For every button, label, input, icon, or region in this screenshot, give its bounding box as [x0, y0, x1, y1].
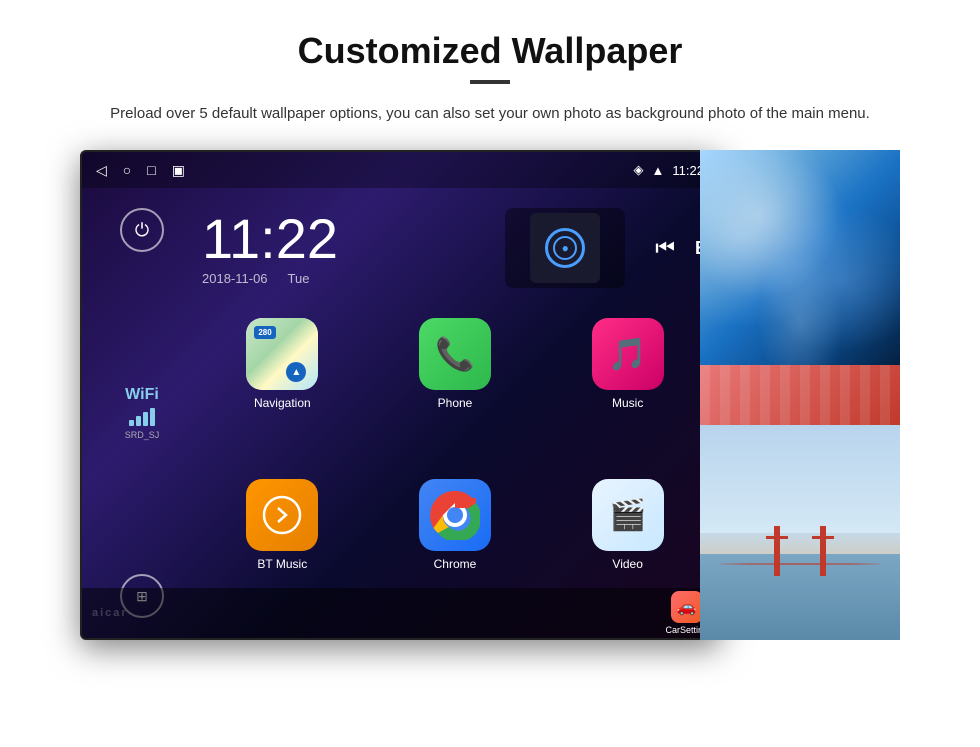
- middle-pattern: [700, 365, 900, 425]
- ice-texture: [700, 150, 900, 365]
- status-bar-left: ◁ ○ □ ▣: [96, 162, 185, 179]
- app-label-music: Music: [612, 396, 643, 410]
- page-title: Customized Wallpaper: [60, 30, 920, 72]
- wifi-bar-2: [136, 416, 141, 426]
- clock-time: 11:22: [202, 211, 485, 267]
- wallpaper-thumbnail-middle[interactable]: [700, 365, 900, 425]
- bridge-cable: [720, 563, 880, 565]
- clock-day-value: Tue: [288, 271, 310, 286]
- wallpaper-thumbnail-ice[interactable]: [700, 150, 900, 365]
- app-icon-chrome: [419, 479, 491, 551]
- clock-date: 2018-11-06 Tue: [202, 271, 485, 286]
- clock-widget: 11:22 2018-11-06 Tue: [202, 211, 485, 286]
- bridge-towers: [774, 526, 826, 576]
- chrome-logo: [430, 490, 480, 540]
- app-label-btmusic: BT Music: [257, 557, 307, 571]
- wifi-bar-4: [150, 408, 155, 426]
- signal-dot: ●: [562, 241, 569, 255]
- status-bar: ◁ ○ □ ▣ ◈ ▲ 11:22: [82, 152, 718, 188]
- back-icon: ◁: [96, 162, 107, 179]
- media-icon-bg: ●: [530, 213, 600, 283]
- power-button[interactable]: ⏻: [120, 208, 164, 252]
- media-widget: ●: [505, 208, 625, 288]
- wifi-ssid: SRD_SJ: [125, 430, 160, 440]
- nav-badge: 280: [254, 326, 275, 339]
- wallpaper-thumbnail-bridge[interactable]: [700, 425, 900, 640]
- app-icon-btmusic: [246, 479, 318, 551]
- title-divider: [470, 80, 510, 84]
- main-area: ⏻ WiFi SRD_SJ ⊞: [82, 188, 718, 638]
- bottom-bar: aicar 🚗 CarSetting: [82, 588, 718, 638]
- page-subtitle: Preload over 5 default wallpaper options…: [60, 102, 920, 126]
- app-icon-phone: 📞: [419, 318, 491, 390]
- app-item-music[interactable]: 🎵 Music: [547, 318, 708, 467]
- app-label-phone: Phone: [438, 396, 473, 410]
- wifi-bar-3: [143, 412, 148, 426]
- center-content: 11:22 2018-11-06 Tue ●: [202, 188, 718, 638]
- wifi-label: WiFi: [125, 386, 160, 404]
- clock-area: 11:22 2018-11-06 Tue ●: [202, 198, 708, 298]
- screen-container: ◁ ○ □ ▣ ◈ ▲ 11:22 ⏻ WiFi: [80, 150, 900, 710]
- app-label-video: Video: [612, 557, 642, 571]
- bluetooth-icon: [262, 495, 302, 535]
- android-screen: ◁ ○ □ ▣ ◈ ▲ 11:22 ⏻ WiFi: [80, 150, 720, 640]
- app-grid: 280 ▲ Navigation 📞 Phone: [202, 318, 708, 628]
- bridge-tower-right: [820, 526, 826, 576]
- prev-track-icon[interactable]: ⏮: [655, 235, 675, 261]
- nav-icon-inner: 280 ▲: [246, 318, 318, 390]
- app-item-phone[interactable]: 📞 Phone: [375, 318, 536, 467]
- wifi-status-icon: ▲: [652, 163, 665, 178]
- recents-icon: □: [147, 162, 155, 178]
- app-icon-video: 🎬: [592, 479, 664, 551]
- wifi-bars: [125, 408, 160, 426]
- bridge-tower-left: [774, 526, 780, 576]
- app-item-navigation[interactable]: 280 ▲ Navigation: [202, 318, 363, 467]
- wifi-widget: WiFi SRD_SJ: [125, 386, 160, 440]
- bridge-sky: [700, 425, 900, 533]
- watermark: aicar: [92, 607, 128, 619]
- carsetting-icon: 🚗: [671, 591, 703, 623]
- wifi-bar-1: [129, 420, 134, 426]
- clock-date-value: 2018-11-06: [202, 271, 268, 286]
- page-wrapper: Customized Wallpaper Preload over 5 defa…: [0, 0, 980, 730]
- left-sidebar: ⏻ WiFi SRD_SJ ⊞: [82, 188, 202, 638]
- status-bar-right: ◈ ▲ 11:22: [634, 162, 704, 178]
- location-icon: ◈: [634, 162, 644, 178]
- app-label-navigation: Navigation: [254, 396, 311, 410]
- app-icon-navigation: 280 ▲: [246, 318, 318, 390]
- wallpaper-ice-image: [700, 150, 900, 365]
- app-label-chrome: Chrome: [434, 557, 477, 571]
- media-signal-icon: ●: [545, 228, 585, 268]
- bridge-bg: [700, 425, 900, 640]
- home-icon: ○: [123, 162, 131, 178]
- app-icon-music: 🎵: [592, 318, 664, 390]
- screenshot-icon: ▣: [172, 162, 185, 179]
- wallpaper-thumbnails: [700, 150, 900, 640]
